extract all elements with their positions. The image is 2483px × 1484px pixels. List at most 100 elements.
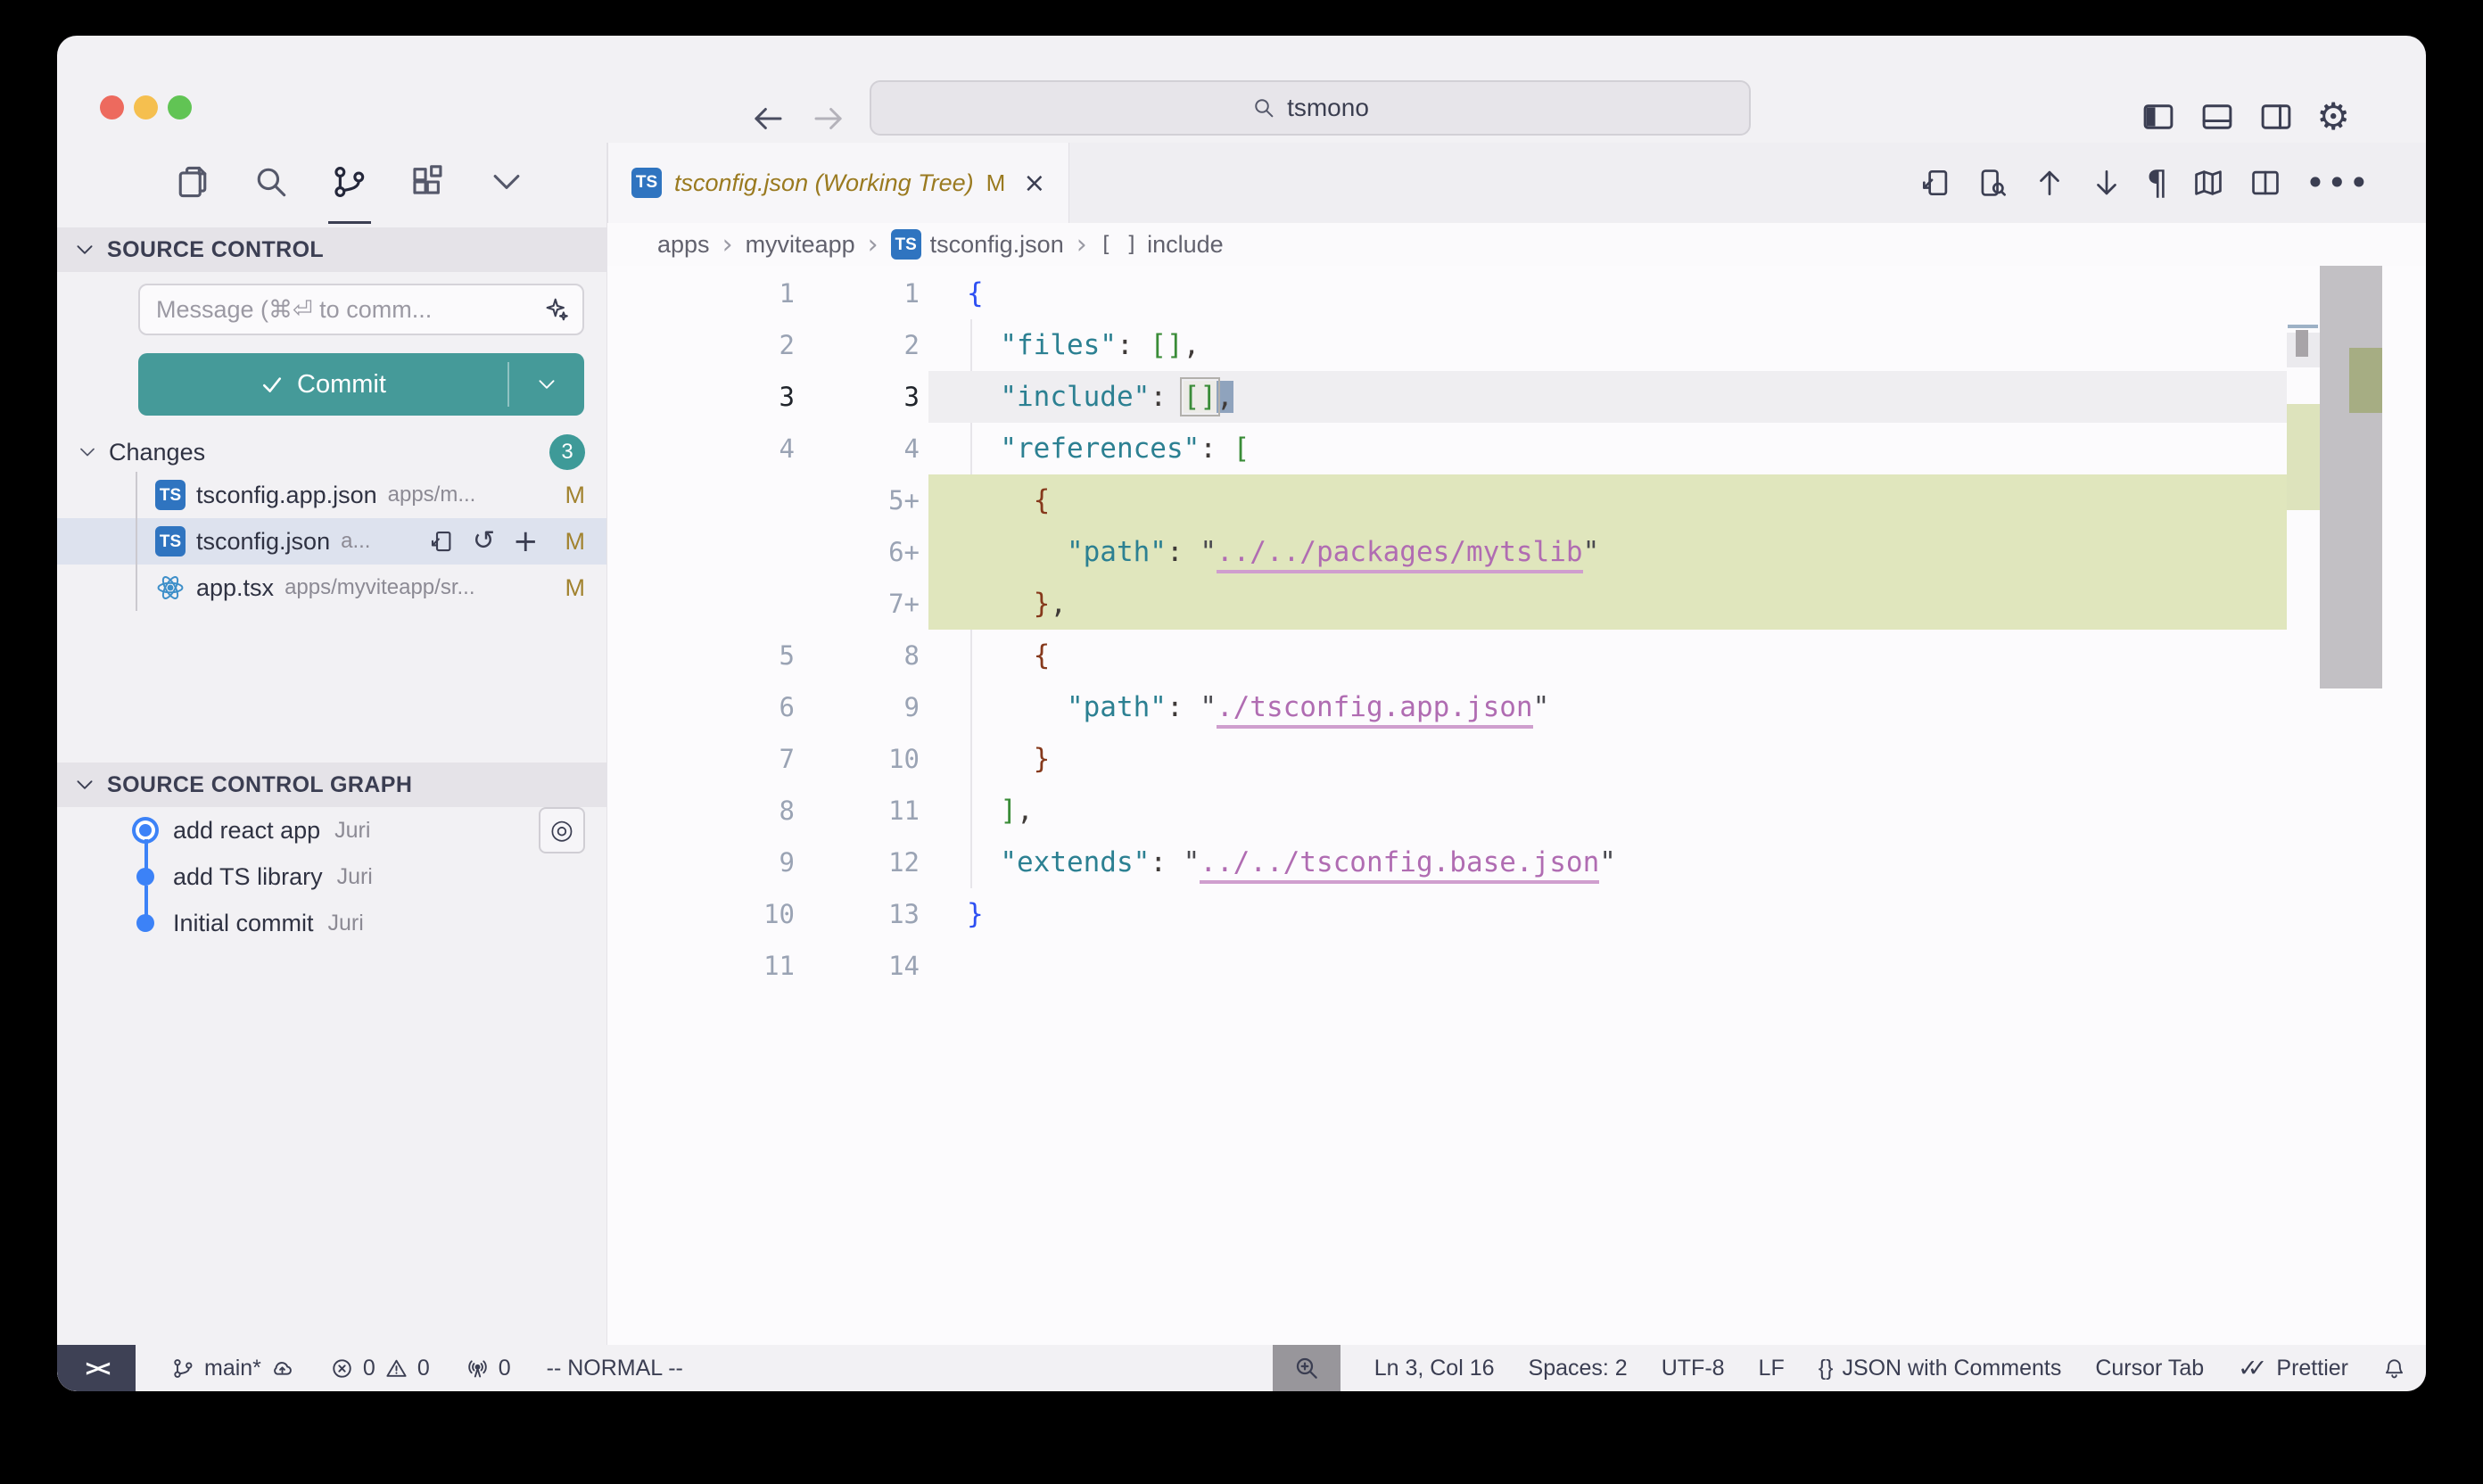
original-line-number: 10 xyxy=(607,899,795,929)
file-row-actions: ↺+ xyxy=(428,528,539,555)
breadcrumb-item-include[interactable]: [ ]include xyxy=(1100,231,1224,259)
code-editor[interactable]: 11{22 "files": [],33 "include": [],44 "r… xyxy=(607,266,2426,1345)
search-icon xyxy=(1251,95,1276,120)
commit-author: Juri xyxy=(334,818,370,844)
breadcrumb-item-tsconfig-json[interactable]: TStsconfig.json xyxy=(891,229,1064,260)
ports-indicator[interactable]: 0 xyxy=(466,1356,511,1381)
code-text: { xyxy=(920,639,1050,672)
activity-bar-item-search[interactable] xyxy=(250,143,293,224)
file-name: tsconfig.json xyxy=(196,528,330,556)
changed-file-row[interactable]: TStsconfig.jsona...↺+M xyxy=(57,518,606,565)
problems-indicator[interactable]: 0 0 xyxy=(330,1356,430,1381)
previous-change-icon[interactable] xyxy=(2033,166,2066,200)
file-status-modified: M xyxy=(565,482,586,509)
copilot-sparkle-icon[interactable] xyxy=(543,296,570,323)
layout-panel-icon[interactable] xyxy=(2198,98,2236,136)
tab-bar: TS tsconfig.json (Working Tree) M × ¶ ••• xyxy=(607,143,2426,223)
breadcrumb-separator: › xyxy=(1077,229,1087,260)
code-line[interactable]: 58 { xyxy=(607,630,2287,681)
code-text: ], xyxy=(920,795,1034,827)
code-line[interactable]: 33 "include": [], xyxy=(607,371,2287,423)
cursor-position-indicator[interactable]: Ln 3, Col 16 xyxy=(1374,1356,1495,1381)
history-forward-button[interactable] xyxy=(810,100,847,137)
file-path: a... xyxy=(341,529,370,554)
vertical-scrollbar[interactable] xyxy=(2320,266,2382,688)
command-center-search[interactable]: tsmono xyxy=(870,80,1751,136)
original-line-number: 8 xyxy=(607,796,795,826)
chevron-down-icon xyxy=(73,773,96,796)
commit-button[interactable]: Commit xyxy=(138,353,584,416)
tab-tsconfig-working-tree[interactable]: TS tsconfig.json (Working Tree) M × xyxy=(607,143,1069,223)
code-text: "files": [], xyxy=(920,329,1200,361)
notifications-bell[interactable] xyxy=(2382,1356,2406,1381)
zoom-window-button[interactable] xyxy=(168,95,192,120)
code-line[interactable]: 69 "path": "./tsconfig.app.json" xyxy=(607,681,2287,733)
code-line[interactable]: 22 "files": [], xyxy=(607,319,2287,371)
map-icon[interactable] xyxy=(2191,166,2225,200)
open-file-icon[interactable] xyxy=(428,528,455,555)
breadcrumb-item-apps[interactable]: apps xyxy=(657,231,710,259)
commit-message-input[interactable] xyxy=(138,284,584,335)
eol-indicator[interactable]: LF xyxy=(1759,1356,1785,1381)
cursor-tab-indicator[interactable]: Cursor Tab xyxy=(2095,1356,2204,1381)
close-window-button[interactable] xyxy=(100,95,124,120)
more-actions-icon[interactable]: ••• xyxy=(2306,166,2371,200)
branch-indicator[interactable]: main* xyxy=(171,1356,294,1381)
vim-mode-indicator[interactable]: -- NORMAL -- xyxy=(547,1356,683,1381)
indentation-indicator[interactable]: Spaces: 2 xyxy=(1529,1356,1628,1381)
commit-dropdown-button[interactable] xyxy=(509,353,584,416)
modified-line-number: 11 xyxy=(795,796,920,826)
layout-sidebar-right-icon[interactable] xyxy=(2257,98,2295,136)
open-changes-icon[interactable] xyxy=(1918,166,1952,200)
code-line[interactable]: 710 } xyxy=(607,733,2287,785)
code-line[interactable]: 6+ "path": "../../packages/mytslib" xyxy=(607,526,2287,578)
code-line[interactable]: 912 "extends": "../../tsconfig.base.json… xyxy=(607,837,2287,888)
close-tab-icon[interactable]: × xyxy=(1023,168,1045,199)
modified-line-number: 7+ xyxy=(795,589,920,619)
whitespace-icon[interactable]: ¶ xyxy=(2147,166,2168,200)
code-line[interactable]: 1114 xyxy=(607,940,2287,992)
commit-row[interactable]: add TS libraryJuri xyxy=(57,853,606,900)
discard-icon[interactable]: ↺ xyxy=(473,528,495,555)
bell-icon xyxy=(2382,1356,2406,1381)
minimap[interactable] xyxy=(2287,266,2320,1345)
file-name: app.tsx xyxy=(196,574,274,602)
inline-view-icon[interactable] xyxy=(1976,166,2009,200)
activity-bar-item-explorer[interactable] xyxy=(171,143,214,224)
code-line[interactable]: 1013} xyxy=(607,888,2287,940)
source-control-graph-header[interactable]: SOURCE CONTROL GRAPH xyxy=(57,763,606,807)
breadcrumb-item-myviteapp[interactable]: myviteapp xyxy=(746,231,855,259)
activity-bar-item-source-control[interactable] xyxy=(328,143,371,224)
titlebar-layout-controls: ⚙ xyxy=(2140,98,2350,136)
activity-bar-item-chevron-down[interactable] xyxy=(485,143,528,224)
code-line[interactable]: 11{ xyxy=(607,268,2287,319)
changed-file-row[interactable]: app.tsxapps/myviteapp/sr...M xyxy=(57,565,606,611)
breadcrumb-separator: › xyxy=(722,229,733,260)
minimize-window-button[interactable] xyxy=(134,95,158,120)
chevron-down-icon xyxy=(535,373,558,396)
encoding-indicator[interactable]: UTF-8 xyxy=(1662,1356,1725,1381)
code-line[interactable]: 44 "references": [ xyxy=(607,423,2287,474)
changed-file-row[interactable]: TStsconfig.app.jsonapps/m...M xyxy=(57,472,606,518)
activity-bar-item-extensions[interactable] xyxy=(407,143,450,224)
tab-title: tsconfig.json (Working Tree) xyxy=(674,169,974,197)
formatter-indicator[interactable]: ✓✓ Prettier xyxy=(2238,1355,2348,1382)
commit-row[interactable]: add react appJuri◎ xyxy=(57,807,606,853)
changes-section-header[interactable]: Changes 3 xyxy=(57,433,606,472)
history-back-button[interactable] xyxy=(749,100,787,137)
commit-row[interactable]: Initial commitJuri xyxy=(57,900,606,946)
code-line[interactable]: 5+ { xyxy=(607,474,2287,526)
remote-indicator-button[interactable]: >< xyxy=(57,1345,136,1391)
checkout-target-button[interactable]: ◎ xyxy=(539,807,585,853)
screencast-zoom-indicator[interactable] xyxy=(1273,1345,1340,1391)
language-mode-indicator[interactable]: {} JSON with Comments xyxy=(1819,1356,2062,1381)
code-line[interactable]: 7+ }, xyxy=(607,578,2287,630)
file-path: apps/myviteapp/sr... xyxy=(285,575,474,600)
settings-gear-icon[interactable]: ⚙ xyxy=(2316,98,2350,136)
cloud-upload-icon xyxy=(270,1356,294,1381)
source-control-header[interactable]: SOURCE CONTROL xyxy=(57,227,606,272)
layout-sidebar-left-icon[interactable] xyxy=(2140,98,2177,136)
split-editor-icon[interactable] xyxy=(2248,166,2282,200)
code-line[interactable]: 811 ], xyxy=(607,785,2287,837)
next-change-icon[interactable] xyxy=(2090,166,2124,200)
